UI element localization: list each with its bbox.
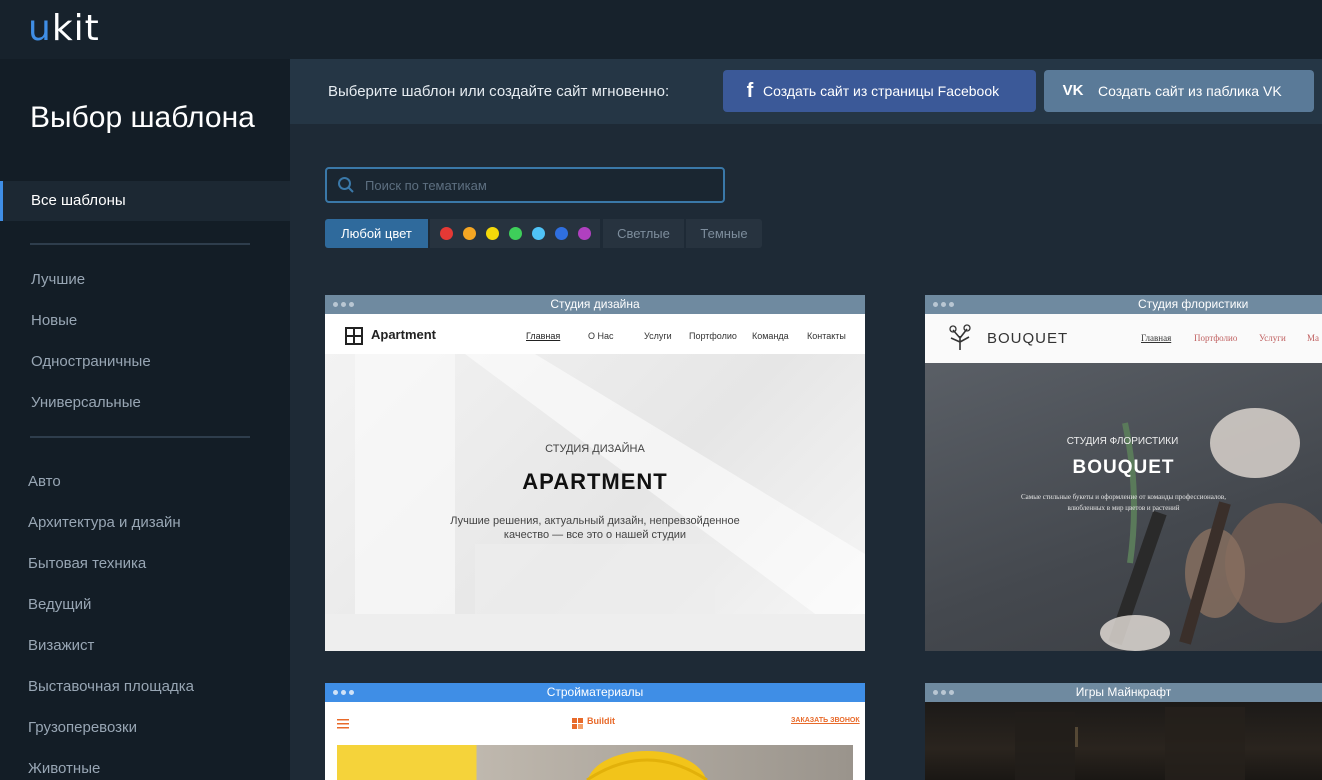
color-swatch-purple[interactable]	[578, 227, 591, 240]
color-swatch-orange[interactable]	[463, 227, 476, 240]
sidebar-title: Выбор шаблона	[30, 101, 255, 134]
template-card-buildit[interactable]: Стройматериалы Buildit ЗАКАЗАТЬ ЗВОНОК	[325, 683, 865, 780]
search-icon	[337, 176, 355, 199]
grid-logo-icon	[345, 327, 363, 350]
preview-nav-item: Портфолио	[689, 331, 737, 341]
top-bar: ukit	[0, 0, 1322, 59]
preview-nav-item: Контакты	[807, 331, 846, 341]
preview-description: качество — все это о нашей студии	[503, 529, 687, 541]
filter-dark[interactable]: Темные	[686, 219, 762, 248]
preview-nav-item: Главная	[526, 331, 561, 341]
sidebar-divider	[30, 436, 250, 438]
preview-brand: Buildit	[587, 716, 615, 726]
promo-text: Выберите шаблон или создайте сайт мгнове…	[328, 83, 670, 100]
sidebar-item-universal[interactable]: Универсальные	[31, 394, 141, 411]
card-title: Студия дизайна	[550, 297, 640, 311]
filter-any-color[interactable]: Любой цвет	[325, 219, 428, 248]
buildit-logo-icon	[572, 716, 583, 734]
logo-u: u	[28, 8, 52, 49]
sidebar-category-cargo[interactable]: Грузоперевозки	[28, 719, 137, 736]
preview-nav-item: Ма	[1307, 333, 1319, 343]
window-dots-icon	[333, 690, 357, 695]
preview-brand: BOUQUET	[987, 330, 1069, 347]
sidebar-category-makeup[interactable]: Визажист	[28, 637, 94, 654]
sidebar-item-onepage[interactable]: Одностраничные	[31, 353, 151, 370]
sidebar-category-animals[interactable]: Животные	[28, 760, 100, 777]
color-swatches	[430, 219, 600, 248]
promo-bar: Выберите шаблон или создайте сайт мгнове…	[290, 59, 1322, 124]
main-area: Выберите шаблон или создайте сайт мгнове…	[290, 59, 1322, 780]
sidebar-category-appliances[interactable]: Бытовая техника	[28, 555, 146, 572]
preview-nav-item: Главная	[1141, 333, 1172, 343]
preview-navbar: Apartment Главная О Нас Услуги Портфолио…	[325, 314, 865, 354]
card-header: Студия дизайна	[325, 295, 865, 314]
sidebar-category-exhibition[interactable]: Выставочная площадка	[28, 678, 194, 695]
preview-subtitle: СТУДИЯ ФЛОРИСТИКИ	[1066, 436, 1179, 447]
template-card-bouquet[interactable]: Студия флористики BOUQUET Главная Портфо…	[925, 295, 1322, 651]
preview-cta: ЗАКАЗАТЬ ЗВОНОК	[791, 717, 860, 724]
preview-heading: APARTMENT	[522, 469, 668, 494]
sidebar-item-all-templates[interactable]: Все шаблоны	[0, 181, 290, 221]
preview-hero-image	[337, 745, 853, 780]
search-input[interactable]	[365, 176, 705, 194]
preview-nav-item: Команда	[752, 331, 789, 341]
sidebar-item-label: Все шаблоны	[31, 192, 126, 209]
card-title: Студия флористики	[1138, 297, 1249, 311]
ukit-logo[interactable]: ukit	[28, 8, 100, 49]
window-dots-icon	[933, 302, 957, 307]
card-header: Стройматериалы	[325, 683, 865, 702]
card-header: Студия флористики	[925, 295, 1322, 314]
create-from-vk-button[interactable]: VK Создать сайт из паблика VK	[1044, 70, 1314, 112]
sidebar-item-best[interactable]: Лучшие	[31, 271, 85, 288]
preview-brand: Apartment	[371, 327, 437, 342]
color-swatch-yellow[interactable]	[486, 227, 499, 240]
window-dots-icon	[933, 690, 957, 695]
preview-description: влюбленных в мир цветов и растений	[1067, 504, 1180, 512]
sidebar-category-auto[interactable]: Авто	[28, 473, 61, 490]
search-box	[325, 167, 725, 203]
create-from-facebook-button[interactable]: f Создать сайт из страницы Facebook	[723, 70, 1036, 112]
preview-description: Лучшие решения, актуальный дизайн, непре…	[450, 515, 740, 527]
sidebar-divider	[30, 243, 250, 245]
preview-nav-item: О Нас	[588, 331, 614, 341]
preview-hero-image	[925, 702, 1322, 780]
facebook-icon: f	[746, 80, 754, 102]
logo-rest: kit	[51, 8, 100, 49]
sidebar: Выбор шаблона Все шаблоны Лучшие Новые О…	[0, 59, 290, 780]
hamburger-menu-icon	[337, 716, 349, 734]
preview-nav-item: Услуги	[1259, 333, 1286, 343]
preview-subtitle: СТУДИЯ ДИЗАЙНА	[545, 443, 645, 455]
color-swatch-blue[interactable]	[555, 227, 568, 240]
card-header: Игры Майнкрафт	[925, 683, 1322, 702]
preview-hero-image: СТУДИЯ ФЛОРИСТИКИ BOUQUET Самые стильные…	[925, 363, 1322, 651]
preview-nav-item: Портфолио	[1194, 333, 1238, 343]
sidebar-category-architecture[interactable]: Архитектура и дизайн	[28, 514, 181, 531]
template-card-minecraft[interactable]: Игры Майнкрафт	[925, 683, 1322, 780]
sidebar-category-host[interactable]: Ведущий	[28, 596, 91, 613]
sidebar-item-new[interactable]: Новые	[31, 312, 77, 329]
template-card-apartment[interactable]: Студия дизайна Apartment Главная О Нас У…	[325, 295, 865, 651]
vk-icon: VK	[1062, 82, 1084, 99]
bouquet-logo-icon	[947, 324, 973, 357]
window-dots-icon	[333, 302, 357, 307]
preview-description: Самые стильные букеты и оформление от ко…	[1021, 493, 1226, 501]
facebook-button-label: Создать сайт из страницы Facebook	[763, 83, 1000, 99]
filter-light[interactable]: Светлые	[603, 219, 684, 248]
card-title: Игры Майнкрафт	[1075, 685, 1172, 699]
preview-hero-image: СТУДИЯ ДИЗАЙНА APARTMENT Лучшие решения,…	[325, 354, 865, 651]
vk-button-label: Создать сайт из паблика VK	[1098, 83, 1282, 99]
preview-heading: BOUQUET	[1072, 457, 1175, 478]
card-title: Стройматериалы	[546, 685, 644, 699]
color-swatch-red[interactable]	[440, 227, 453, 240]
color-swatch-green[interactable]	[509, 227, 522, 240]
preview-nav-item: Услуги	[644, 331, 672, 341]
color-swatch-lightblue[interactable]	[532, 227, 545, 240]
preview-navbar: BOUQUET Главная Портфолио Услуги Ма	[925, 314, 1322, 363]
